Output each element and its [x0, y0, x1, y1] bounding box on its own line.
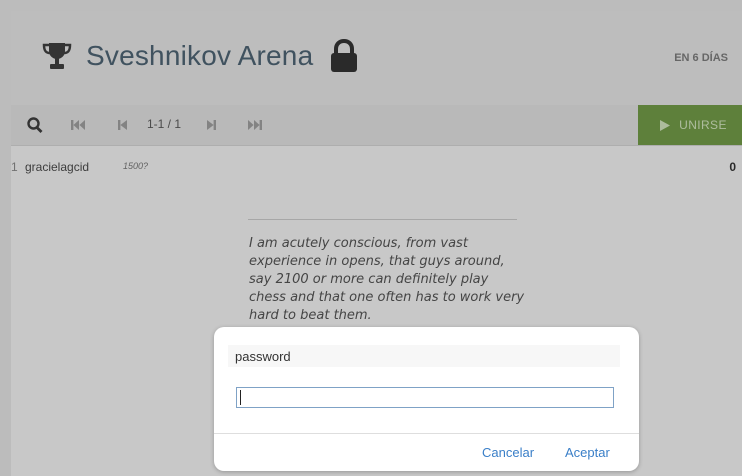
- dialog-divider: [214, 433, 639, 434]
- accept-button[interactable]: Aceptar: [565, 445, 610, 460]
- password-dialog: password Cancelar Aceptar: [214, 327, 639, 471]
- password-label: password: [235, 349, 291, 364]
- text-caret: [240, 390, 241, 405]
- password-input[interactable]: [236, 387, 614, 408]
- cancel-button[interactable]: Cancelar: [482, 445, 534, 460]
